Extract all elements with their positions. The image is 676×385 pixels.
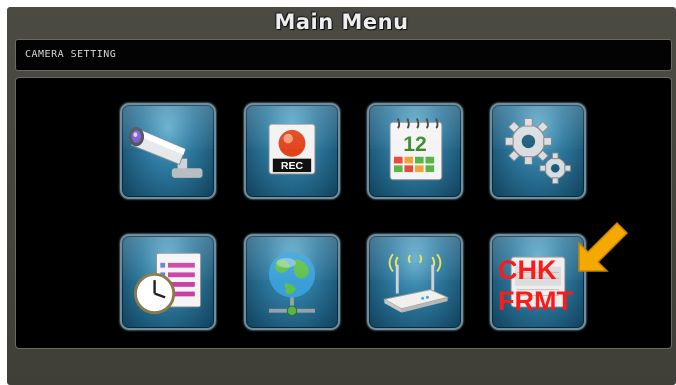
- clock-list-icon: [133, 252, 202, 315]
- status-bar: CAMERA SETTING: [15, 39, 672, 71]
- annotation-line-1: CHK: [498, 255, 557, 285]
- gears-icon: [504, 117, 572, 185]
- wireless-router-icon: [382, 253, 450, 313]
- record-icon: REC: [268, 123, 316, 175]
- wireless-menu-button[interactable]: [367, 234, 463, 330]
- calendar-day-label: 12: [403, 133, 426, 156]
- status-text: CAMERA SETTING: [25, 49, 117, 60]
- rec-label: REC: [281, 160, 304, 172]
- security-camera-icon: [128, 127, 203, 178]
- settings-menu-button[interactable]: [490, 103, 586, 199]
- check-format-annotation: CHK FRMT: [498, 255, 573, 317]
- dvr-screen: Main Menu CAMERA SETTING REC 12 CHK FRMT: [7, 7, 676, 385]
- menu-panel: REC 12: [15, 77, 672, 349]
- globe-network-icon: [269, 251, 315, 317]
- page-title: Main Menu: [274, 10, 409, 34]
- record-menu-button[interactable]: REC: [244, 103, 340, 199]
- network-menu-button[interactable]: [244, 234, 340, 330]
- annotation-line-2: FRMT: [498, 286, 573, 316]
- camera-menu-button[interactable]: [120, 103, 216, 199]
- event-log-menu-button[interactable]: [120, 234, 216, 330]
- calendar-icon: 12: [389, 118, 443, 181]
- arrow-pointer-icon: [578, 221, 629, 272]
- schedule-menu-button[interactable]: 12: [367, 103, 463, 199]
